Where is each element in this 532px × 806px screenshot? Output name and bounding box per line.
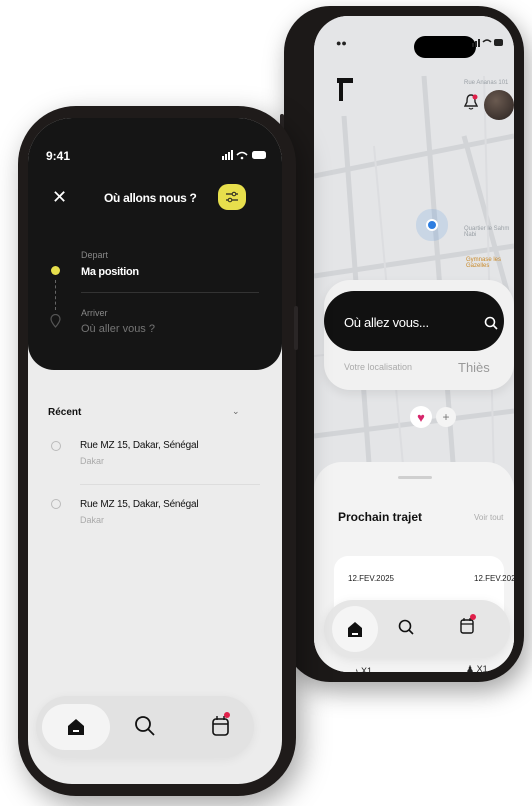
recent-item-address[interactable]: Rue MZ 15, Dakar, Sénégal xyxy=(80,499,199,510)
user-avatar[interactable] xyxy=(484,90,514,120)
filter-button[interactable] xyxy=(218,184,246,210)
notification-badge xyxy=(470,614,476,620)
location-label: Votre localisation xyxy=(344,362,413,372)
next-trip-title: Prochain trajet xyxy=(338,510,423,524)
heart-icon: ♥ xyxy=(417,409,425,425)
back-phone-screen: Rue Ananas 101 Quartier le Sahm Nabi Gym… xyxy=(314,16,514,672)
add-button[interactable]: + xyxy=(436,407,456,427)
mockup-stage: Rue Ananas 101 Quartier le Sahm Nabi Gym… xyxy=(0,0,532,806)
search-icon[interactable] xyxy=(484,316,498,330)
home-icon xyxy=(348,622,362,637)
tab-home[interactable] xyxy=(42,704,110,750)
route-connector xyxy=(55,280,56,310)
depart-label: Depart xyxy=(81,250,109,260)
luggage-icon: ♪ xyxy=(354,666,362,672)
recent-section-title: Récent xyxy=(48,407,82,418)
trip-date-to: 12.FEV.2025 xyxy=(474,574,514,583)
tab-calendar-icon[interactable] xyxy=(212,715,230,737)
recent-item-address[interactable]: Rue MZ 15, Dakar, Sénégal xyxy=(80,440,199,451)
dynamic-island xyxy=(414,36,476,58)
plus-icon: + xyxy=(442,410,450,424)
passenger-count-right: ♟ X1 xyxy=(466,664,488,672)
notification-badge xyxy=(224,712,230,718)
see-all-link[interactable]: Voir tout xyxy=(474,513,503,522)
back-tab-home[interactable] xyxy=(332,606,378,652)
current-location-dot xyxy=(426,219,438,231)
sheet-handle[interactable] xyxy=(398,476,432,479)
passenger-count-left: ♪ X1 xyxy=(354,666,372,672)
back-phone: Rue Ananas 101 Quartier le Sahm Nabi Gym… xyxy=(280,6,524,682)
clock-icon xyxy=(51,441,61,451)
trip-date-from: 12.FEV.2025 xyxy=(348,574,394,583)
destination-pin-icon xyxy=(50,314,61,328)
back-status-icons xyxy=(472,39,503,47)
back-tab-search-icon[interactable] xyxy=(398,619,414,635)
person-icon: ♟ xyxy=(466,664,477,672)
arrive-label: Arriver xyxy=(81,308,108,318)
location-value: Thiès xyxy=(458,360,490,375)
status-icons xyxy=(222,150,266,160)
filter-icon xyxy=(226,191,238,203)
power-button xyxy=(294,306,298,350)
home-icon xyxy=(68,719,84,735)
front-phone-screen: 9:41 ✕ Où allons nous ? Depart Ma positi… xyxy=(28,118,282,784)
depart-field[interactable]: Ma position xyxy=(81,266,139,278)
favorite-button[interactable]: ♥ xyxy=(410,406,432,428)
chevron-down-icon[interactable]: ⌄ xyxy=(232,406,240,417)
route-divider xyxy=(81,292,259,293)
app-logo xyxy=(336,76,354,109)
search-bar-label: Où allez vous... xyxy=(344,315,429,330)
back-status-time: ●● xyxy=(336,38,347,48)
close-icon: ✕ xyxy=(52,187,68,207)
origin-marker xyxy=(51,266,60,275)
status-time: 9:41 xyxy=(46,149,71,163)
list-divider xyxy=(80,484,260,485)
recent-item-city: Dakar xyxy=(80,515,105,525)
destination-input[interactable] xyxy=(81,323,231,335)
recent-item-city: Dakar xyxy=(80,456,105,466)
front-phone: 9:41 ✕ Où allons nous ? Depart Ma positi… xyxy=(18,106,298,796)
map-quarter-label: Quartier le Sahm Nabi xyxy=(464,226,510,238)
page-title: Où allons nous ? xyxy=(104,191,197,205)
map-poi-label: Gymnase les Gazelles xyxy=(466,257,502,269)
map-street-label: Rue Ananas 101 xyxy=(464,80,509,86)
clock-icon xyxy=(51,499,61,509)
close-button[interactable]: ✕ xyxy=(52,187,67,208)
bell-icon[interactable] xyxy=(464,94,478,110)
tab-search-icon[interactable] xyxy=(134,715,156,737)
